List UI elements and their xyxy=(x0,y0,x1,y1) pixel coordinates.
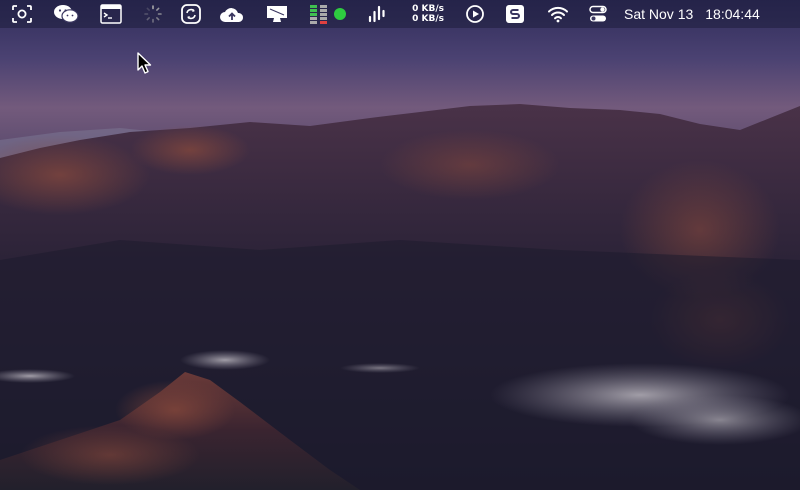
net-upload-speed: 0 KB/s xyxy=(412,4,444,14)
screenshot-icon[interactable] xyxy=(10,0,34,28)
menu-bar-clock[interactable]: Sat Nov 13 18:04:44 xyxy=(624,0,784,28)
control-center-icon[interactable] xyxy=(588,0,608,28)
wechat-icon[interactable] xyxy=(52,0,80,28)
mouse-cursor-icon xyxy=(137,52,152,74)
loading-spinner-icon xyxy=(142,0,164,28)
wallpaper-image xyxy=(0,0,800,490)
cloud-upload-icon[interactable] xyxy=(218,0,246,28)
display-icon[interactable] xyxy=(264,0,290,28)
play-circle-icon[interactable] xyxy=(464,0,486,28)
clock-time: 18:04:44 xyxy=(705,6,760,22)
net-download-speed: 0 KB/s xyxy=(412,14,444,24)
snagit-icon[interactable] xyxy=(504,0,526,28)
battery-stack-icon xyxy=(308,0,330,28)
wifi-icon[interactable] xyxy=(547,0,569,28)
menu-bar: 0 KB/s 0 KB/s Sat Nov 13 18:04:44 xyxy=(0,0,800,28)
status-dot-icon xyxy=(332,0,348,28)
terminal-icon[interactable] xyxy=(99,0,123,28)
desktop: 0 KB/s 0 KB/s Sat Nov 13 18:04:44 xyxy=(0,0,800,490)
network-speed-monitor[interactable]: 0 KB/s 0 KB/s xyxy=(404,0,444,28)
audio-levels-icon[interactable] xyxy=(366,0,388,28)
sync-icon[interactable] xyxy=(180,0,202,28)
clock-date: Sat Nov 13 xyxy=(624,6,694,22)
